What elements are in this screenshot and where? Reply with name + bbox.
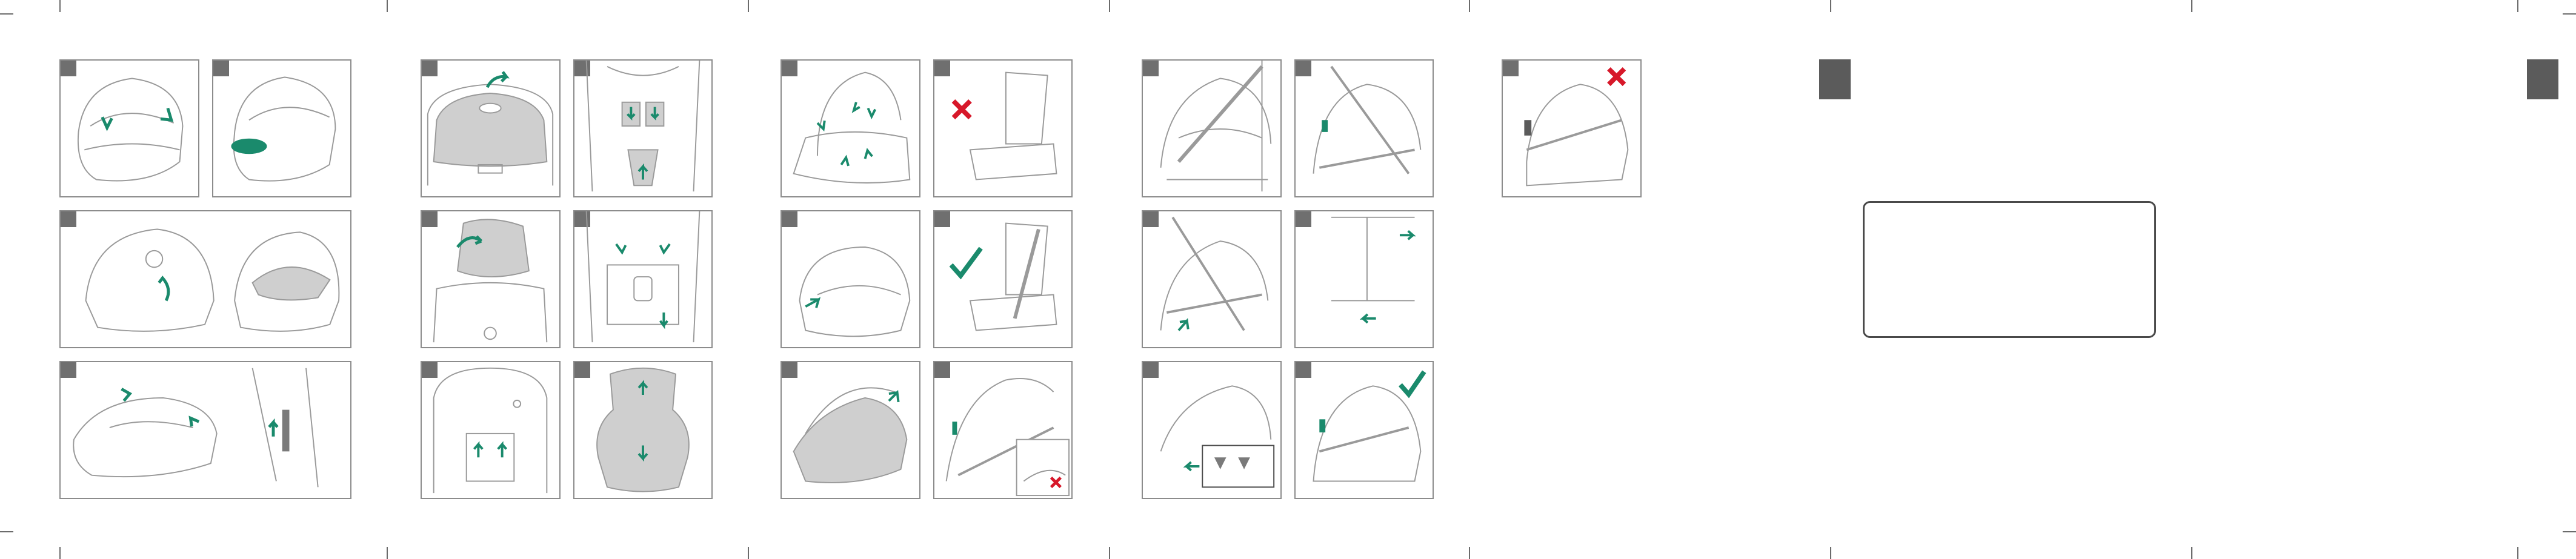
harness-adjust-illustration [433, 367, 548, 494]
instruction-step-panel [1502, 59, 1642, 197]
carrier-handle-illustration [793, 71, 911, 184]
carrier-seat-illustration [799, 246, 911, 337]
arrow-icon [888, 389, 900, 403]
carrier-harness-illustration [73, 368, 319, 488]
instruction-step-panel [421, 59, 561, 197]
instruction-step-panel [573, 361, 713, 499]
arrow-icon [158, 276, 170, 302]
instruction-step-panel [59, 59, 199, 197]
crop-mark [2517, 0, 2518, 12]
arrow-icon [1359, 313, 1376, 324]
arrow-icon [1183, 461, 1200, 472]
instruction-step-panel [212, 59, 351, 197]
arrow-icon [627, 107, 659, 121]
crop-mark [748, 547, 749, 559]
support-leg-illustration [1331, 216, 1416, 324]
arrow-icon [188, 415, 200, 427]
crop-mark [59, 547, 61, 559]
instruction-step-panel [780, 59, 920, 197]
crop-mark [0, 13, 13, 15]
instruction-step-panel [1142, 361, 1282, 499]
harness-straps-illustration [585, 211, 701, 343]
carrier-canopy-illustration [231, 76, 336, 182]
crop-mark [2563, 531, 2576, 532]
cross-icon [1607, 67, 1626, 87]
vehicle-install-illustration [1160, 61, 1272, 192]
vehicle-seat-belt-illustration [949, 222, 1057, 331]
instruction-step-panel [59, 361, 351, 499]
instruction-step-panel [780, 210, 920, 348]
instruction-step-panel [1294, 59, 1434, 197]
crop-mark [59, 0, 61, 12]
crop-mark [1469, 0, 1470, 12]
crop-mark [1469, 547, 1470, 559]
crop-mark [387, 547, 388, 559]
arrow-icon [805, 297, 821, 308]
instruction-step-panel [573, 210, 713, 348]
carrier-canopy-illustration [77, 78, 184, 182]
instruction-step-panel [780, 361, 920, 499]
belt-routing-illustration [945, 378, 1070, 497]
headrest-cover-illustration [433, 219, 548, 343]
arrow-icon [615, 243, 671, 255]
seat-cover-illustration [427, 71, 554, 186]
arrow-icon [1399, 230, 1416, 240]
carrier-angle-illustration [793, 387, 908, 483]
check-icon [1398, 370, 1426, 399]
instruction-step-panel [933, 210, 1073, 348]
highlight-area [952, 422, 957, 435]
arrow-icon [1177, 318, 1190, 331]
highlight-area [231, 138, 267, 154]
note-box [1863, 201, 2156, 338]
instruction-step-panel [421, 361, 561, 499]
arrow-icon [659, 313, 668, 329]
vehicle-seat-illustration [951, 71, 1057, 180]
insert-cushion-illustration [596, 367, 690, 492]
arrow-icon [268, 418, 279, 437]
incorrect-install-illustration [1524, 67, 1629, 187]
arrow-icon [473, 441, 508, 458]
instruction-step-panel [1294, 210, 1434, 348]
crop-mark [1830, 0, 1831, 12]
highlight-area [1322, 120, 1328, 132]
arrow-icon [101, 116, 113, 131]
instruction-step-panel [59, 210, 351, 348]
instruction-step-panel [1294, 361, 1434, 499]
cover-marker-square [2527, 59, 2558, 99]
belt-tension-illustration [1160, 216, 1269, 331]
crop-mark [1830, 547, 1831, 559]
instruction-step-panel [1142, 210, 1282, 348]
installed-carrier-illustration [1313, 370, 1426, 482]
instruction-step-panel [933, 59, 1073, 197]
carrier-canopy-illustration [85, 228, 340, 332]
crop-mark [0, 531, 13, 532]
instruction-step-panel [1142, 59, 1282, 197]
arrow-icon [160, 107, 174, 122]
cover-marker-square [1819, 59, 1851, 99]
crop-mark [2563, 13, 2576, 15]
instruction-step-panel [421, 210, 561, 348]
instruction-step-panel [573, 59, 713, 197]
arrow-icon [121, 388, 132, 402]
instruction-step-panel [933, 361, 1073, 499]
harness-buckle-illustration [585, 61, 701, 192]
isofix-indicator-illustration [1160, 385, 1275, 488]
highlight-area [1319, 419, 1326, 432]
belt-guide-illustration [1313, 65, 1422, 174]
crop-mark [387, 0, 388, 12]
crop-mark [1109, 547, 1110, 559]
cross-icon [951, 99, 972, 120]
check-icon [949, 246, 983, 280]
crop-mark [748, 0, 749, 12]
crop-mark [1109, 0, 1110, 12]
crop-mark [2191, 547, 2192, 559]
arrow-icon [840, 148, 873, 167]
crop-mark [2191, 0, 2192, 12]
crop-mark [2517, 547, 2518, 559]
